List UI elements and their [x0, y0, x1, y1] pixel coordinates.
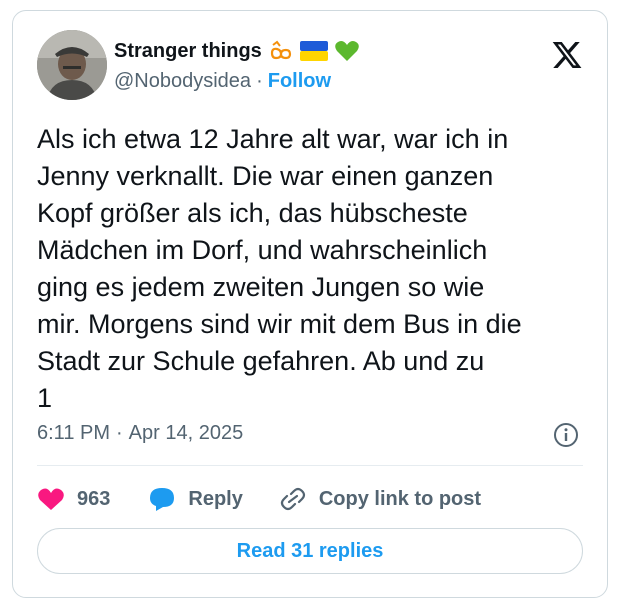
action-bar: 963 Reply Copy link to post: [37, 483, 481, 515]
copy-link-button[interactable]: Copy link to post: [279, 486, 481, 512]
tweet-date: Apr 14, 2025: [128, 422, 244, 444]
separator-dot: ·: [256, 70, 263, 92]
tweet-card: Stranger things @Nobodysidea · Follow Al…: [12, 10, 608, 598]
avatar-image: [37, 30, 107, 100]
link-icon: [280, 487, 305, 511]
heart-icon: [38, 488, 64, 510]
avatar[interactable]: [37, 30, 107, 100]
green-heart-icon: [334, 39, 360, 63]
ukraine-flag-icon: [299, 41, 328, 61]
x-logo-icon[interactable]: [551, 39, 583, 71]
tweet-text: Als ich etwa 12 Jahre alt war, war ich i…: [37, 124, 522, 413]
like-button[interactable]: 963: [37, 487, 110, 511]
reply-bubble-icon: [150, 488, 175, 511]
author-display-name[interactable]: Stranger things: [114, 40, 262, 63]
author-handle-row: @Nobodysidea · Follow: [114, 70, 331, 93]
like-count: 963: [77, 487, 111, 510]
copy-link-label: Copy link to post: [318, 487, 482, 510]
tweet-timestamp[interactable]: 6:11 PM · Apr 14, 2025: [37, 422, 243, 445]
read-replies-button[interactable]: Read 31 replies: [37, 528, 583, 574]
infinity-icon: [268, 39, 294, 63]
reply-button[interactable]: Reply: [148, 486, 243, 512]
divider: [37, 465, 583, 466]
info-icon[interactable]: [553, 422, 579, 448]
author-name-row: Stranger things: [114, 38, 360, 64]
reply-label: Reply: [188, 487, 243, 510]
timestamp-separator: ·: [116, 422, 123, 444]
author-handle[interactable]: @Nobodysidea: [114, 70, 251, 93]
tweet-time: 6:11 PM: [37, 422, 110, 444]
follow-button[interactable]: Follow: [268, 70, 331, 93]
